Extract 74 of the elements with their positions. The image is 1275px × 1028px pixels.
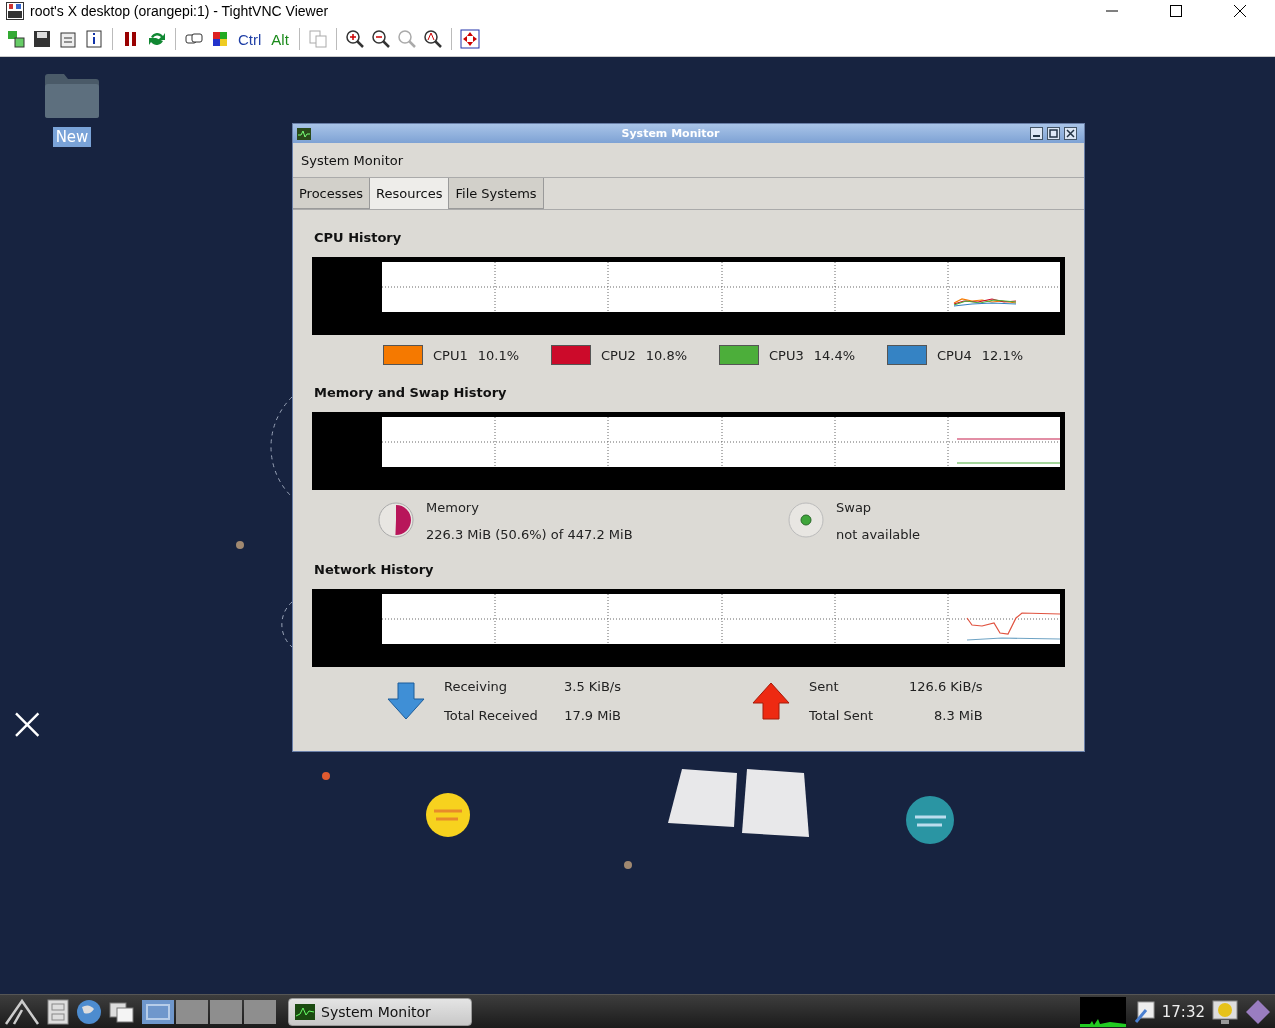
network-label: Total Sent [809, 708, 875, 723]
memory-label: Swap [836, 500, 873, 515]
cpu-usage: 10.8% [645, 347, 688, 363]
down-arrow-icon [386, 681, 426, 721]
tab[interactable]: Resources [370, 178, 450, 209]
cpu-name: CPU4 [937, 347, 972, 363]
close-icon[interactable] [1234, 5, 1246, 17]
window-buttons-icon[interactable] [1030, 127, 1080, 140]
cross-drawing [14, 712, 40, 737]
tab[interactable]: File Systems [449, 178, 544, 209]
info-icon[interactable] [84, 29, 104, 49]
alt-key-button[interactable]: Alt [269, 30, 291, 48]
color-swatch[interactable] [551, 345, 591, 365]
new-connection-icon[interactable] [6, 29, 26, 49]
network-label: Sent [809, 679, 840, 694]
network-total: 8.3 MiB [933, 708, 983, 723]
memory-label: Memory [426, 500, 480, 515]
network-total: 17.9 MiB [564, 708, 621, 723]
globe-icon[interactable] [76, 998, 102, 1025]
window-title: root's X desktop (orangepi:1) - TightVNC Viewer [30, 3, 330, 19]
section-heading: Network History [314, 562, 435, 577]
dot-drawing [236, 541, 244, 549]
network-label: Receiving [444, 679, 508, 694]
update-notifier-icon[interactable] [1211, 998, 1239, 1025]
network-rate: 126.6 KiB/s [909, 679, 983, 694]
cpu-usage: 10.1% [477, 347, 519, 363]
windows-key-icon[interactable] [210, 29, 230, 49]
window-title: System Monitor [620, 127, 721, 140]
monitor-app-icon [297, 127, 311, 140]
workspace-button[interactable] [210, 999, 242, 1024]
paper-sheet-drawing [742, 769, 809, 837]
cpu-name: CPU3 [769, 347, 804, 363]
folder-icon[interactable] [44, 73, 100, 119]
dashed-arc-drawing [281, 601, 293, 648]
menu-item[interactable]: System Monitor [301, 152, 404, 168]
clock[interactable]: 17:32 [1161, 1002, 1205, 1021]
cpu-monitor-graph [1079, 996, 1126, 1027]
task-button[interactable]: System Monitor [288, 997, 472, 1026]
workspace-button[interactable] [176, 999, 208, 1024]
options-icon[interactable] [58, 29, 78, 49]
file-cabinet-icon[interactable] [46, 998, 70, 1025]
diamond-icon[interactable] [1245, 998, 1271, 1025]
round-badge-drawing [426, 793, 470, 837]
dot-drawing [624, 861, 632, 869]
launcher-icon[interactable] [4, 997, 40, 1026]
cpu-name: CPU1 [433, 347, 468, 363]
cpu-usage: 14.4% [813, 347, 856, 363]
zoom-fit-icon[interactable] [422, 29, 443, 49]
zoom-in-icon[interactable] [344, 29, 365, 49]
workspace-button[interactable] [142, 999, 174, 1024]
workspace-button[interactable] [244, 999, 276, 1024]
color-swatch[interactable] [719, 345, 760, 365]
color-swatch[interactable] [383, 345, 423, 365]
tab[interactable]: Processes [293, 178, 371, 209]
dot-drawing [322, 772, 330, 780]
section-heading: Memory and Swap History [314, 385, 508, 400]
cpu-name: CPU2 [601, 347, 636, 363]
color-swatch[interactable] [887, 345, 928, 365]
cpu-usage: 12.1% [981, 347, 1024, 363]
section-heading: CPU History [314, 230, 403, 245]
up-arrow-icon [751, 681, 791, 721]
ctrl-key-button[interactable]: Ctrl [236, 30, 264, 48]
memory-value: not available [836, 527, 921, 542]
paper-sheet-drawing [668, 769, 737, 827]
monitor-app-icon [295, 1003, 315, 1020]
round-badge-drawing [906, 796, 954, 844]
zoom-out-icon[interactable] [370, 29, 391, 49]
swap-status-icon [788, 502, 826, 540]
maximize-icon[interactable] [1170, 5, 1182, 17]
network-rate: 3.5 KiB/s [564, 679, 621, 694]
save-icon[interactable] [32, 29, 52, 49]
network-label: Total Received [444, 708, 539, 723]
memory-value: 226.3 MiB (50.6%) of 447.2 MiB [426, 527, 633, 542]
fullscreen-icon[interactable] [459, 29, 480, 49]
